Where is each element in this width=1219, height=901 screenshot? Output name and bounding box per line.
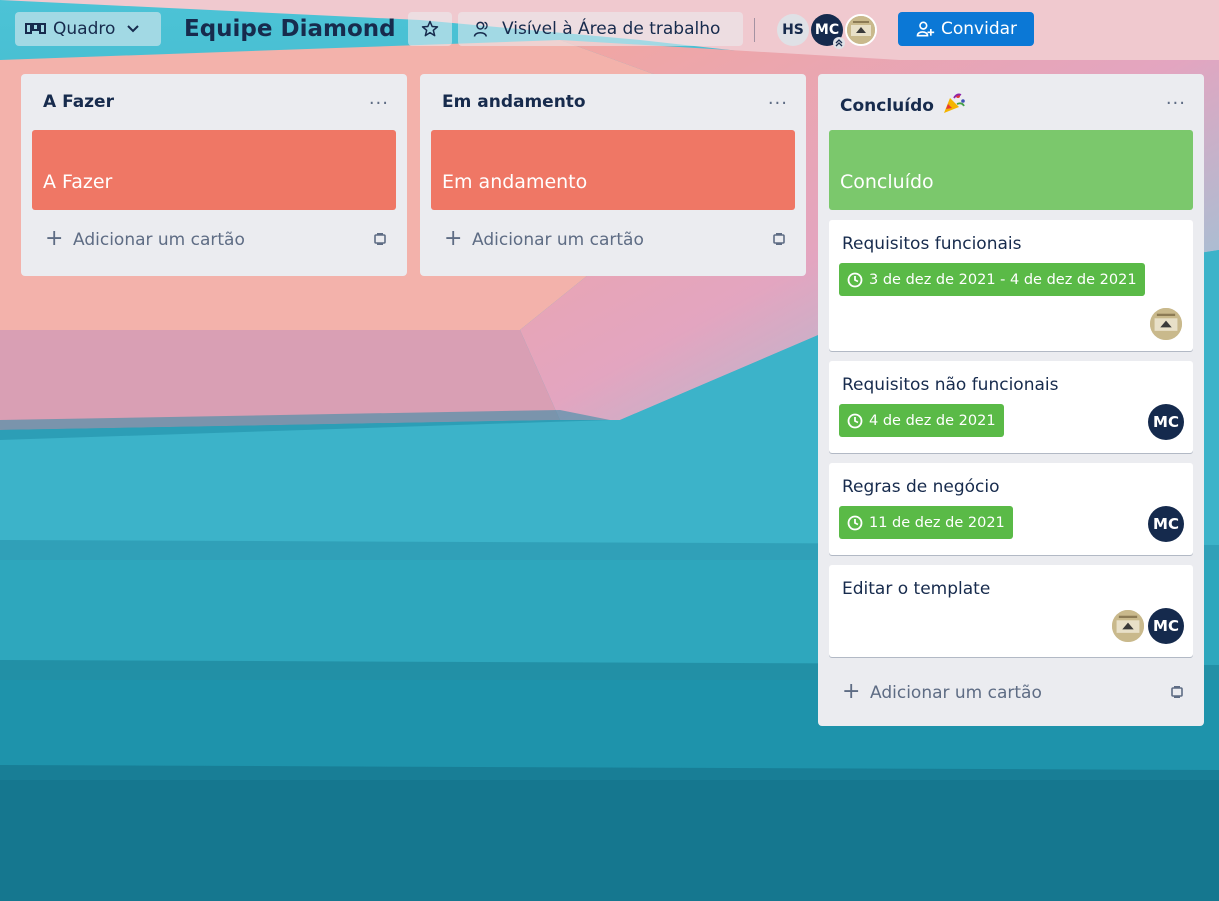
plus-icon: + <box>45 226 64 251</box>
board-title[interactable]: Equipe Diamond <box>184 10 396 48</box>
due-date-text: 11 de dez de 2021 <box>869 514 1005 531</box>
chevron-down-icon <box>127 25 140 33</box>
list-banner-card[interactable]: Concluído <box>829 130 1193 210</box>
member-avatar-photo[interactable] <box>845 14 877 46</box>
board-header: Quadro Equipe Diamond Visível à Área de … <box>0 0 1219 70</box>
add-card-label: Adicionar um cartão <box>870 683 1042 703</box>
due-date-badge[interactable]: 3 de dez de 2021 - 4 de dez de 2021 <box>839 263 1145 296</box>
banner-text: Em andamento <box>442 171 588 193</box>
list-concluido: Concluído ... Concluído Requisitos funci… <box>818 74 1204 726</box>
list-title[interactable]: A Fazer <box>43 92 114 112</box>
card-title: Requisitos não funcionais <box>842 375 1059 395</box>
admin-chevrons-icon <box>833 37 845 49</box>
add-card-button[interactable]: + Adicionar um cartão <box>420 210 806 274</box>
clock-icon <box>847 413 863 428</box>
plus-icon: + <box>444 226 463 251</box>
card-editar-o-template[interactable]: Editar o template MC <box>829 565 1193 657</box>
list-header: A Fazer ... <box>21 74 407 130</box>
star-icon <box>421 20 439 37</box>
avatar-photo-icon <box>1112 610 1144 642</box>
list-menu-button[interactable]: ... <box>768 88 788 109</box>
due-date-badge[interactable]: 4 de dez de 2021 <box>839 404 1004 437</box>
clock-icon <box>847 515 863 530</box>
list-title[interactable]: Em andamento <box>442 92 586 112</box>
card-requisitos-funcionais[interactable]: Requisitos funcionais 3 de dez de 2021 -… <box>829 220 1193 351</box>
member-initials: MC <box>814 22 840 38</box>
list-header: Em andamento ... <box>420 74 806 130</box>
card-member-avatar-photo[interactable] <box>1110 608 1146 644</box>
header-divider <box>754 18 755 42</box>
invite-button[interactable]: Convidar <box>898 12 1034 46</box>
list-title[interactable]: Concluído <box>840 92 966 116</box>
card-template-icon[interactable] <box>1170 685 1184 699</box>
card-title: Requisitos funcionais <box>842 234 1022 254</box>
card-member-avatar-mc[interactable]: MC <box>1148 608 1184 644</box>
card-regras-de-negocio[interactable]: Regras de negócio 11 de dez de 2021 MC <box>829 463 1193 555</box>
star-button[interactable] <box>408 12 452 46</box>
invite-label: Convidar <box>940 19 1018 39</box>
view-switcher-button[interactable]: Quadro <box>15 12 161 46</box>
list-banner-card[interactable]: A Fazer <box>32 130 396 210</box>
board-icon <box>25 23 46 34</box>
list-title-text: Concluído <box>840 96 934 116</box>
add-member-icon <box>916 21 935 37</box>
card-requisitos-nao-funcionais[interactable]: Requisitos não funcionais 4 de dez de 20… <box>829 361 1193 453</box>
add-card-label: Adicionar um cartão <box>73 230 245 250</box>
add-card-label: Adicionar um cartão <box>472 230 644 250</box>
list-banner-card[interactable]: Em andamento <box>431 130 795 210</box>
list-em-andamento: Em andamento ... Em andamento + Adiciona… <box>420 74 806 276</box>
due-date-badge[interactable]: 11 de dez de 2021 <box>839 506 1013 539</box>
card-template-icon[interactable] <box>772 232 786 246</box>
add-card-button[interactable]: + Adicionar um cartão <box>21 210 407 274</box>
banner-text: A Fazer <box>43 171 113 193</box>
due-date-text: 3 de dez de 2021 - 4 de dez de 2021 <box>869 271 1137 288</box>
add-card-button[interactable]: + Adicionar um cartão <box>818 663 1204 727</box>
list-a-fazer: A Fazer ... A Fazer + Adicionar um cartã… <box>21 74 407 276</box>
card-title: Editar o template <box>842 579 991 599</box>
plus-icon: + <box>842 679 861 704</box>
clock-icon <box>847 272 863 287</box>
member-initials: MC <box>1153 617 1179 635</box>
party-popper-icon <box>943 93 965 113</box>
list-menu-button[interactable]: ... <box>1166 88 1186 109</box>
card-member-avatar-mc[interactable]: MC <box>1148 404 1184 440</box>
due-date-text: 4 de dez de 2021 <box>869 412 996 429</box>
avatar-photo-icon <box>1150 308 1182 340</box>
card-title: Regras de negócio <box>842 477 1000 497</box>
card-member-avatar-photo[interactable] <box>1148 306 1184 342</box>
card-template-icon[interactable] <box>373 232 387 246</box>
visibility-label: Visível à Área de trabalho <box>502 19 721 39</box>
team-visibility-icon <box>473 21 488 37</box>
card-member-avatar-mc[interactable]: MC <box>1148 506 1184 542</box>
member-initials: HS <box>782 22 804 38</box>
member-initials: MC <box>1153 515 1179 533</box>
banner-text: Concluído <box>840 171 934 193</box>
avatar-photo-icon <box>847 16 875 44</box>
member-avatar-mc[interactable]: MC <box>811 14 845 49</box>
list-header: Concluído ... <box>818 74 1204 130</box>
member-avatar-hs[interactable]: HS <box>777 14 809 46</box>
member-initials: MC <box>1153 413 1179 431</box>
visibility-button[interactable]: Visível à Área de trabalho <box>458 12 743 46</box>
list-menu-button[interactable]: ... <box>369 88 389 109</box>
view-switcher-label: Quadro <box>53 19 116 39</box>
